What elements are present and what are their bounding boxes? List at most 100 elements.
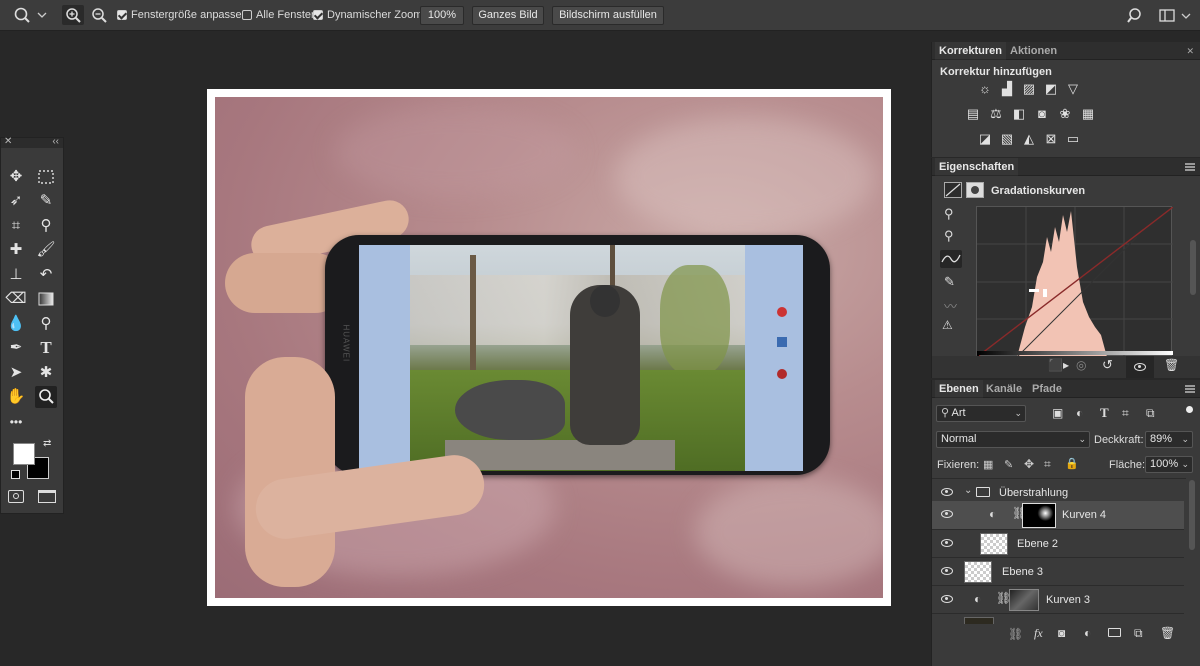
default-colors-icon[interactable] [11, 470, 20, 479]
chevron-down-icon[interactable]: ⌄ [964, 485, 972, 496]
layer-style-icon[interactable]: fx [1034, 626, 1043, 641]
zoom-tool-preset-icon[interactable] [12, 5, 48, 25]
lock-artboard-icon[interactable]: ⌗ [1044, 457, 1051, 472]
lock-transparent-icon[interactable]: ▦ [983, 458, 993, 471]
tab-paths[interactable]: Pfade [1032, 383, 1062, 395]
all-windows-checkbox[interactable] [242, 10, 252, 20]
posterize-icon[interactable]: ▧ [999, 132, 1015, 146]
healing-brush-tool-icon[interactable]: ✚ [5, 239, 27, 261]
lock-pixels-icon[interactable]: ✎ [1004, 458, 1013, 471]
document-canvas[interactable]: HUAWEI [207, 89, 891, 606]
quick-mask-icon[interactable] [8, 490, 24, 503]
marquee-tool-icon[interactable] [35, 166, 57, 188]
opacity-input[interactable]: 89% ⌄ [1145, 431, 1193, 448]
levels-icon[interactable]: ▟ [999, 82, 1015, 96]
tab-actions[interactable]: Aktionen [1010, 45, 1057, 57]
threshold-icon[interactable]: ◭ [1021, 132, 1037, 146]
crop-tool-icon[interactable]: ⌗ [5, 215, 27, 237]
swap-colors-icon[interactable]: ⇄ [43, 438, 51, 449]
new-layer-icon[interactable]: ⧉ [1134, 626, 1143, 641]
new-group-icon[interactable] [1108, 628, 1121, 637]
more-tools-icon[interactable]: ••• [5, 411, 27, 433]
foreground-color-swatch[interactable] [13, 443, 35, 465]
filter-adjustment-icon[interactable]: ◐ [1076, 406, 1083, 420]
color-balance-icon[interactable]: ⚖ [988, 107, 1004, 121]
filter-type-icon[interactable]: T [1100, 405, 1109, 421]
sample-gray-point-icon[interactable]: ⚲ [944, 228, 954, 244]
dodge-tool-icon[interactable]: ⚲ [35, 313, 57, 335]
clone-stamp-tool-icon[interactable]: ⊥ [5, 264, 27, 286]
color-lookup-icon[interactable]: ▦ [1080, 107, 1096, 121]
tab-channels[interactable]: Kanäle [986, 383, 1022, 395]
layer-row-partial[interactable] [932, 614, 1184, 624]
screen-mode-icon[interactable] [38, 490, 56, 503]
gradient-map-icon[interactable]: ▭ [1065, 132, 1081, 146]
hue-saturation-icon[interactable]: ▤ [965, 107, 981, 121]
zoom-in-icon[interactable] [62, 5, 84, 25]
clipping-warning-icon[interactable]: ⚠ [942, 318, 953, 332]
vibrance-icon[interactable]: ▽ [1065, 82, 1081, 96]
curve-point-tool-icon[interactable] [940, 250, 962, 268]
filter-shape-icon[interactable]: ⌗ [1122, 406, 1129, 421]
collapse-icon[interactable]: ‹‹ [52, 136, 59, 147]
lock-all-icon[interactable]: 🔒 [1065, 457, 1079, 470]
invert-icon[interactable]: ◪ [977, 132, 993, 146]
scrubby-zoom-checkbox[interactable] [313, 10, 323, 20]
blend-mode-select[interactable]: Normal ⌄ [936, 431, 1090, 448]
visibility-toggle-icon[interactable] [1126, 356, 1154, 378]
fit-screen-button[interactable]: Ganzes Bild [472, 6, 544, 25]
path-selection-tool-icon[interactable]: ➤ [5, 362, 27, 384]
clip-to-layer-icon[interactable]: ⬛▸ [1048, 358, 1069, 372]
eye-icon[interactable] [941, 595, 953, 603]
custom-shape-tool-icon[interactable]: ✱ [35, 362, 57, 384]
move-tool-icon[interactable]: ✥ [5, 166, 27, 188]
delete-adjustment-icon[interactable]: 🗑 [1164, 358, 1179, 372]
history-brush-tool-icon[interactable]: ↶ [35, 264, 57, 286]
brush-tool-icon[interactable]: 🖌 [35, 239, 57, 261]
panel-menu-icon[interactable] [1185, 163, 1195, 171]
pen-tool-icon[interactable]: ✒ [5, 337, 27, 359]
type-tool-icon[interactable]: T [35, 337, 57, 359]
properties-scrollbar[interactable] [1190, 240, 1196, 295]
zoom-100-button[interactable]: 100% [420, 6, 464, 25]
pencil-curve-icon[interactable]: ✎ [944, 274, 955, 290]
layer-mask-icon[interactable] [966, 182, 984, 198]
filter-pixel-icon[interactable]: ▣ [1052, 406, 1063, 420]
zoom-tool-icon[interactable] [35, 386, 57, 408]
eye-icon[interactable] [941, 567, 953, 575]
layer-row-selected[interactable]: ◐ ⛓ Kurven 4 [932, 501, 1184, 530]
tab-layers[interactable]: Ebenen [935, 380, 983, 398]
filter-toggle[interactable] [1186, 406, 1193, 413]
layer-row[interactable]: ◐ ⛓ Kurven 3 [932, 586, 1184, 614]
resize-windows-checkbox[interactable] [117, 10, 127, 20]
blur-tool-icon[interactable]: 💧 [5, 313, 27, 335]
eye-icon[interactable] [941, 510, 953, 518]
search-icon[interactable] [1126, 6, 1146, 26]
link-layers-icon[interactable]: ⛓ [1008, 627, 1023, 641]
smooth-curve-icon[interactable]: 〰 [944, 296, 957, 315]
eyedropper-tool-icon[interactable]: ⚲ [35, 215, 57, 237]
filter-smart-object-icon[interactable]: ⧉ [1146, 406, 1155, 421]
channel-mixer-icon[interactable]: ❀ [1057, 107, 1073, 121]
eraser-tool-icon[interactable]: ⌫ [5, 288, 27, 310]
black-white-icon[interactable]: ◧ [1011, 107, 1027, 121]
brightness-contrast-icon[interactable]: ☼ [977, 82, 993, 96]
delete-layer-icon[interactable]: 🗑 [1160, 626, 1175, 640]
photo-filter-icon[interactable]: ◙ [1034, 107, 1050, 121]
tab-properties[interactable]: Eigenschaften [934, 158, 1019, 176]
tab-adjustments[interactable]: Korrekturen [935, 42, 1006, 60]
view-previous-state-icon[interactable]: ◎ [1076, 358, 1086, 372]
hand-tool-icon[interactable]: ✋ [5, 386, 27, 408]
workspace-switcher-icon[interactable] [1158, 6, 1194, 26]
eye-icon[interactable] [941, 488, 953, 496]
fill-input[interactable]: 100% ⌄ [1145, 456, 1193, 473]
reset-icon[interactable]: ↺ [1102, 357, 1113, 373]
gradient-tool-icon[interactable] [35, 288, 57, 310]
lasso-tool-icon[interactable]: ➶ [5, 190, 27, 212]
layer-row[interactable]: Ebene 2 [932, 530, 1184, 558]
curves-icon[interactable]: ▨ [1021, 82, 1037, 96]
quick-selection-tool-icon[interactable]: ✎ [35, 190, 57, 212]
layer-filter-kind-select[interactable]: ⚲ Art ⌄ [936, 405, 1026, 422]
lock-position-icon[interactable]: ✥ [1024, 457, 1034, 471]
exposure-icon[interactable]: ◩ [1043, 82, 1059, 96]
